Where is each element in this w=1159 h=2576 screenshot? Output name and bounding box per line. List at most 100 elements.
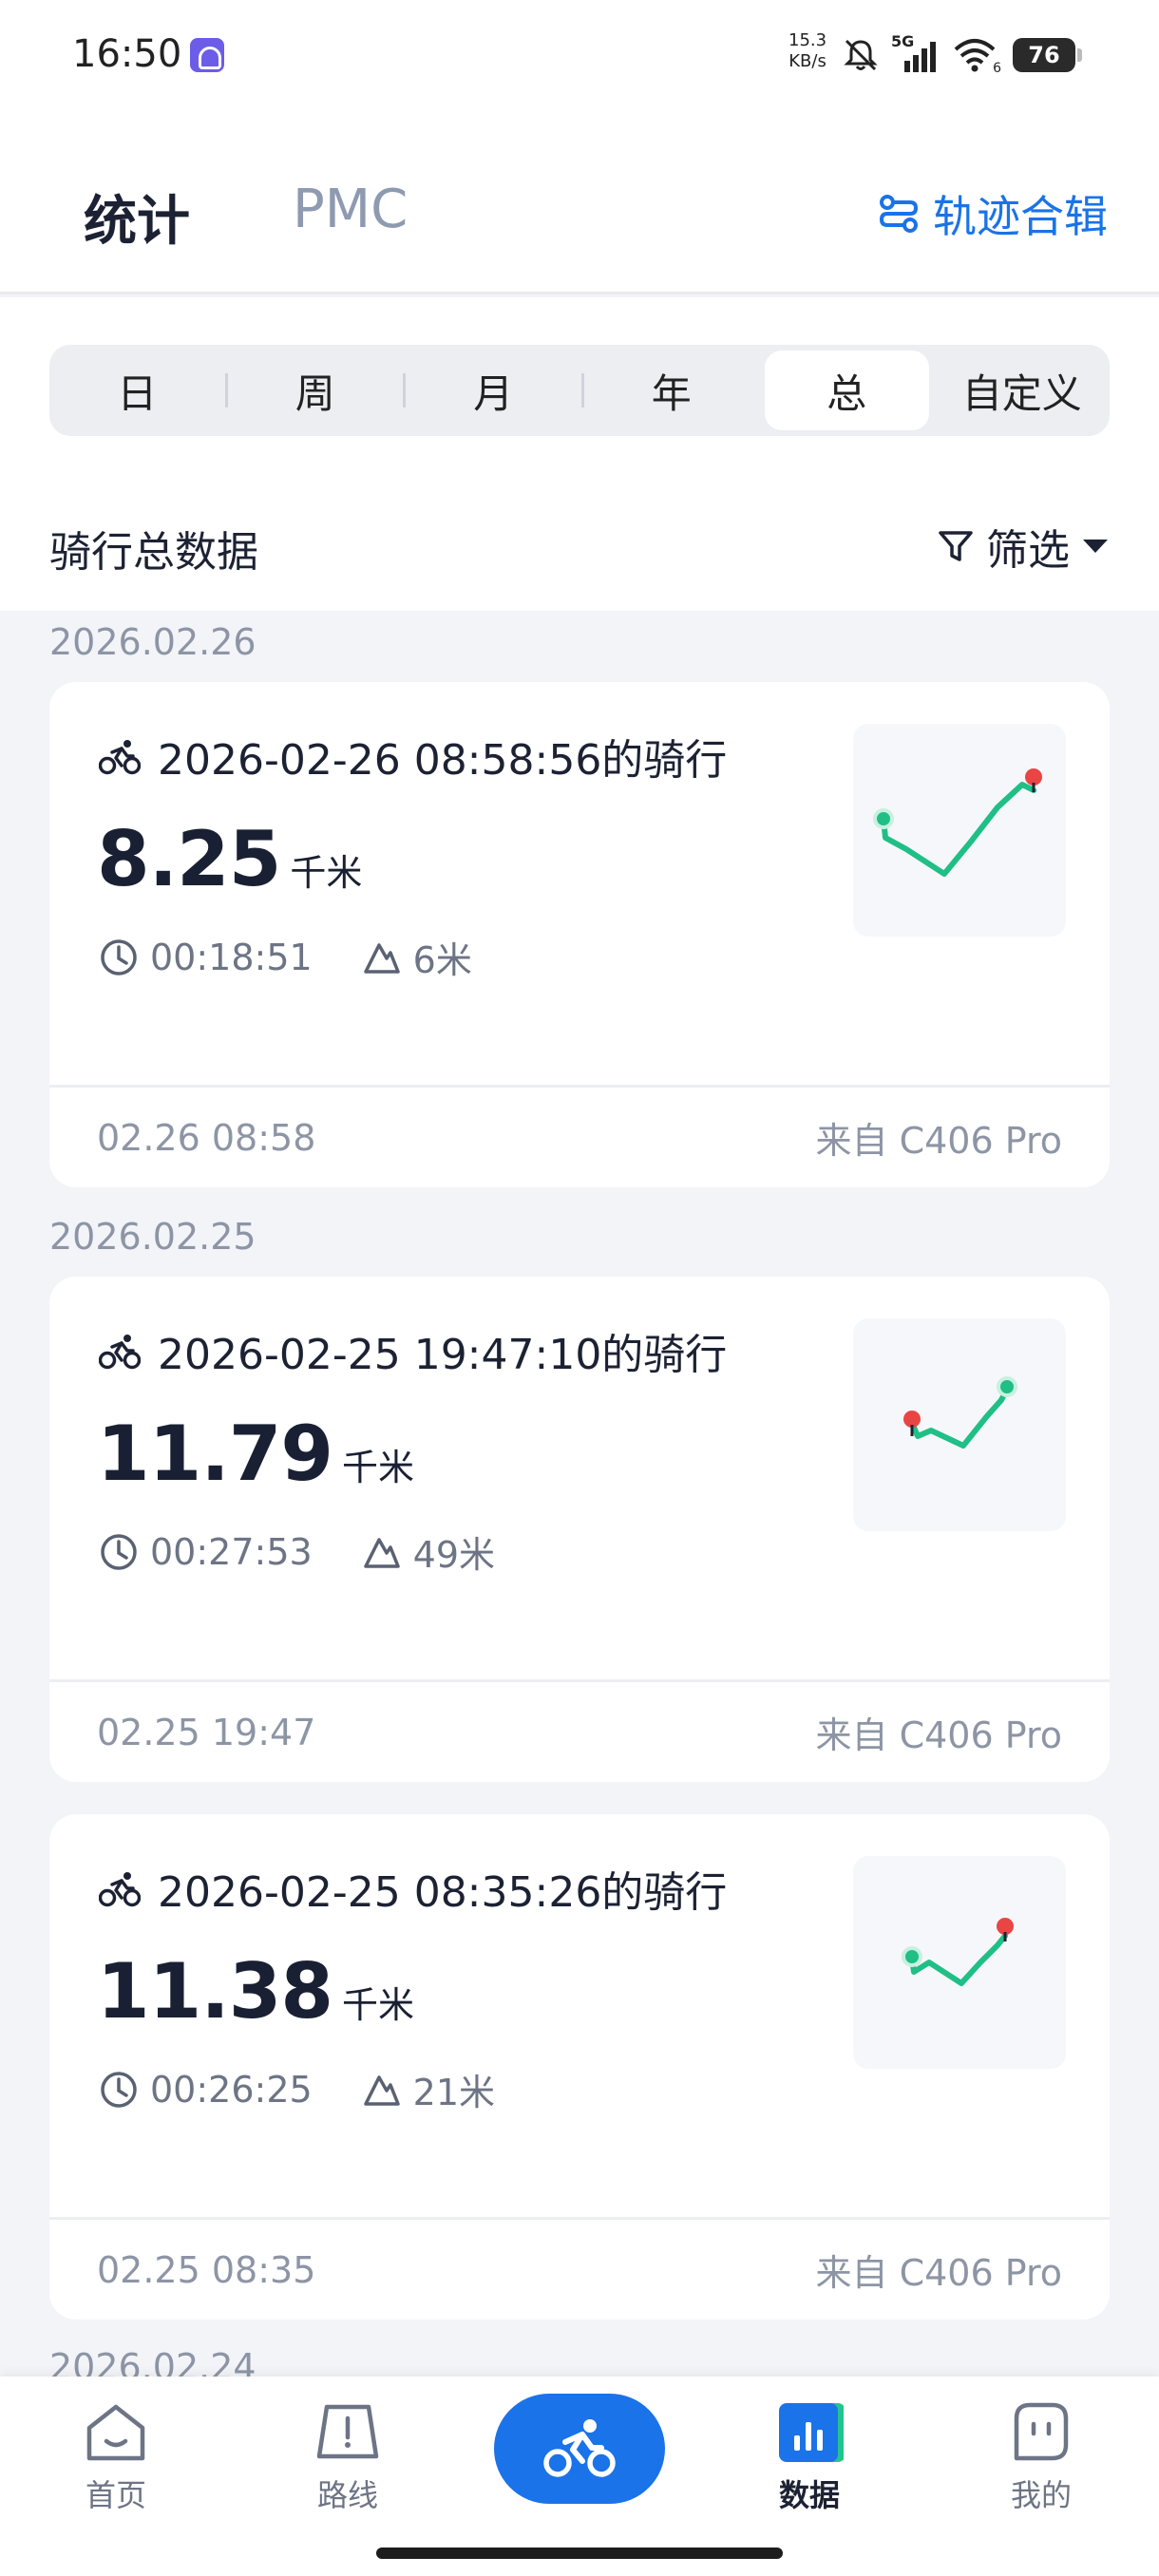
distance-unit: 千米 [342,1447,415,1488]
mountain-icon [363,2074,400,2106]
elevation-value: 49米 [412,1534,496,1576]
period-tab-month[interactable]: 月 [411,350,576,430]
ride-card-footer: 02.25 08:35 来自 C406 Pro [49,2217,1110,2320]
ride-card[interactable]: 2026-02-26 08:58:56的骑行 8.25 千米 00:18:51 … [49,682,1110,1187]
ride-source: 来自 C406 Pro [815,2252,1062,2294]
divider [580,373,584,407]
track-collection-button[interactable]: 轨迹合辑 [878,182,1108,245]
mountain-icon [363,942,400,974]
nav-data[interactable]: 数据 [733,2399,885,2515]
period-tab-week[interactable]: 周 [234,350,398,430]
tab-pmc[interactable]: PMC [293,179,408,240]
nav-data-label: 数据 [778,2477,840,2513]
battery-level: 76 [1028,42,1060,68]
ride-title-text: 2026-02-25 08:35:26的骑行 [158,1868,728,1917]
distance-value: 11.79 [97,1410,333,1498]
elevation-value: 6米 [412,939,472,981]
status-icons: 5G 6 76 [842,32,1082,76]
wifi-label: 6 [993,61,1001,76]
track-collection-label: 轨迹合辑 [933,191,1108,242]
distance-value: 11.38 [97,1947,333,2036]
divider [403,373,406,407]
ride-distance: 8.25 千米 [97,815,362,903]
start-ride-button[interactable] [494,2394,665,2504]
ride-title: 2026-02-25 19:47:10的骑行 [99,1320,727,1381]
ride-card-footer: 02.25 19:47 来自 C406 Pro [49,1679,1110,1782]
period-tab-total[interactable]: 总 [765,350,929,430]
ride-footer-time: 02.25 19:47 [97,1711,316,1753]
app-icon [190,38,224,72]
period-area: 日 周 月 年 总 自定义 骑行总数据 筛选 [0,297,1159,611]
period-tab-custom[interactable]: 自定义 [940,350,1105,430]
caret-down-icon [1083,540,1108,553]
clock-icon [101,2071,137,2108]
ride-distance: 11.79 千米 [97,1410,414,1498]
ride-stats: 00:27:53 49米 [99,1525,495,1578]
ride-stats: 00:18:51 6米 [99,931,472,983]
bottom-navigation: 首页 路线 数据 我的 [0,2377,1159,2576]
network-speed-value: 15.3 [788,30,827,50]
date-group-label: 2026.02.26 [49,621,256,663]
ride-source: 来自 C406 Pro [815,1714,1062,1756]
filter-button[interactable]: 筛选 [937,516,1110,577]
route-map-thumbnail [853,724,1066,937]
duration-stat: 00:27:53 [99,1531,313,1573]
start-marker [997,1376,1017,1397]
clock-icon [101,938,137,975]
date-group-label: 2026.02.25 [49,1216,256,1258]
cycling-icon [543,2419,616,2477]
ride-card[interactable]: 2026-02-25 19:47:10的骑行 11.79 千米 00:27:53… [49,1277,1110,1782]
nav-route-label: 路线 [316,2477,378,2513]
mute-icon [844,39,878,71]
filter-label: 筛选 [986,526,1070,575]
clock-icon [101,1533,137,1570]
nav-profile[interactable]: 我的 [965,2399,1117,2515]
nav-home[interactable]: 首页 [40,2399,192,2515]
home-icon [86,2404,145,2461]
route-icon [316,2404,379,2459]
profile-icon [1014,2402,1069,2461]
route-map-thumbnail [853,1318,1066,1531]
elevation-stat: 49米 [362,1525,495,1578]
status-bar: 16:50 15.3 KB/s 5G 6 76 [0,0,1159,114]
status-time: 16:50 [72,32,182,76]
wifi-icon: 6 [952,36,1001,76]
ride-stats: 00:26:25 21米 [99,2063,495,2115]
period-tab-year[interactable]: 年 [590,350,754,430]
ride-title-text: 2026-02-26 08:58:56的骑行 [158,736,728,785]
tab-statistics[interactable]: 统计 [84,179,190,256]
signal-icon: 5G [891,32,940,74]
nav-profile-label: 我的 [1010,2477,1072,2513]
elevation-stat: 21米 [362,2063,495,2115]
ride-title: 2026-02-25 08:35:26的骑行 [99,1858,727,1919]
filter-icon [939,531,973,561]
elevation-stat: 6米 [362,931,472,983]
track-collection-icon [879,195,919,233]
distance-unit: 千米 [342,1984,415,2026]
distance-value: 8.25 [97,815,281,903]
start-marker [873,808,894,829]
chart-icon [779,2403,844,2462]
bike-icon [99,1335,141,1370]
battery-icon: 76 [1013,38,1082,72]
nav-route[interactable]: 路线 [272,2399,424,2515]
ride-card[interactable]: 2026-02-25 08:35:26的骑行 11.38 千米 00:26:25… [49,1814,1110,2320]
period-segmented-control: 日 周 月 年 总 自定义 [49,345,1110,436]
summary-title: 骑行总数据 [49,528,258,577]
ride-distance: 11.38 千米 [97,1947,414,2036]
home-indicator[interactable] [376,2548,783,2559]
network-speed: 15.3 KB/s [788,30,826,72]
duration-value: 00:27:53 [150,1530,313,1573]
divider [224,373,228,407]
ride-source: 来自 C406 Pro [815,1120,1062,1162]
duration-stat: 00:26:25 [99,2069,313,2111]
network-speed-unit: KB/s [788,51,826,71]
duration-value: 00:26:25 [150,2068,313,2111]
ride-title-text: 2026-02-25 19:47:10的骑行 [158,1331,728,1379]
start-marker [902,1946,922,1967]
period-tab-day[interactable]: 日 [55,350,219,430]
header: 统计 PMC 轨迹合辑 [0,114,1159,294]
route-map-thumbnail [853,1856,1066,2069]
ride-footer-time: 02.26 08:58 [97,1116,316,1159]
duration-stat: 00:18:51 [99,937,313,978]
